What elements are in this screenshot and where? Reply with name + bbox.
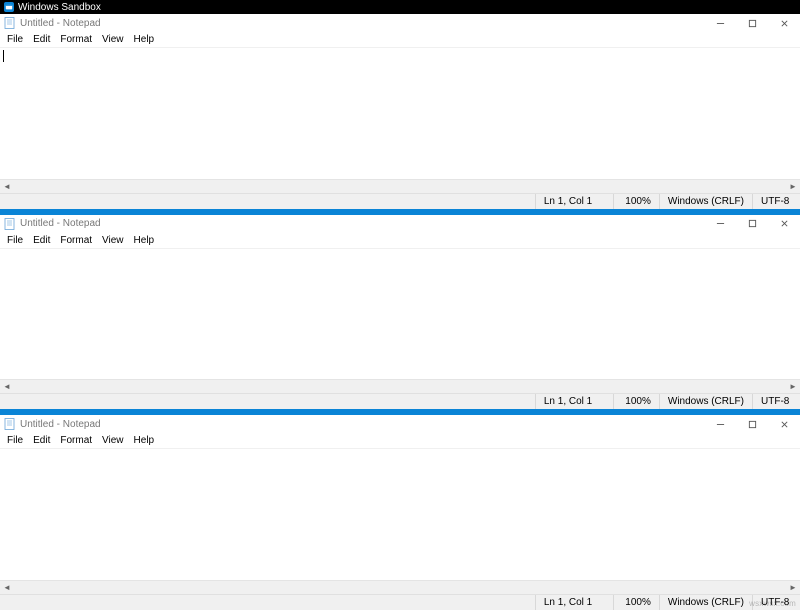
notepad-icon — [4, 418, 16, 430]
minimize-button[interactable] — [706, 415, 734, 433]
minimize-button[interactable] — [706, 215, 734, 233]
notepad-statusbar: Ln 1, Col 1 100% Windows (CRLF) UTF-8 — [0, 393, 800, 409]
sandbox-client-area: Untitled - Notepad File Edit Format View… — [0, 14, 800, 610]
notepad-title: Untitled - Notepad — [20, 218, 101, 229]
scroll-right-icon[interactable]: ► — [786, 179, 800, 193]
notepad-statusbar: Ln 1, Col 1 100% Windows (CRLF) UTF-8 — [0, 594, 800, 610]
notepad-menubar: File Edit Format View Help — [0, 433, 800, 449]
menu-view[interactable]: View — [97, 235, 129, 246]
notepad-title: Untitled - Notepad — [20, 419, 101, 430]
horizontal-scrollbar[interactable]: ◄ ► — [0, 179, 800, 193]
scroll-track[interactable] — [14, 581, 786, 595]
close-button[interactable] — [770, 415, 798, 433]
close-button[interactable] — [770, 14, 798, 32]
horizontal-scrollbar[interactable]: ◄ ► — [0, 580, 800, 594]
menu-edit[interactable]: Edit — [28, 235, 55, 246]
notepad-statusbar: Ln 1, Col 1 100% Windows (CRLF) UTF-8 — [0, 193, 800, 209]
notepad-title: Untitled - Notepad — [20, 18, 101, 29]
status-lncol: Ln 1, Col 1 — [535, 595, 613, 610]
menu-file[interactable]: File — [2, 235, 28, 246]
notepad-menubar: File Edit Format View Help — [0, 233, 800, 249]
notepad-text-area[interactable] — [0, 449, 800, 580]
menu-file[interactable]: File — [2, 34, 28, 45]
notepad-menubar: File Edit Format View Help — [0, 32, 800, 48]
notepad-text-area[interactable] — [0, 48, 800, 179]
menu-help[interactable]: Help — [129, 235, 160, 246]
sandbox-title: Windows Sandbox — [18, 2, 101, 13]
sandbox-icon — [4, 2, 14, 12]
minimize-button[interactable] — [706, 14, 734, 32]
horizontal-scrollbar[interactable]: ◄ ► — [0, 379, 800, 393]
scroll-left-icon[interactable]: ◄ — [0, 380, 14, 394]
scroll-left-icon[interactable]: ◄ — [0, 179, 14, 193]
scroll-right-icon[interactable]: ► — [786, 581, 800, 595]
status-encoding: UTF-8 — [752, 394, 800, 409]
notepad-icon — [4, 17, 16, 29]
menu-file[interactable]: File — [2, 435, 28, 446]
scroll-track[interactable] — [14, 380, 786, 394]
menu-format[interactable]: Format — [55, 235, 97, 246]
status-encoding: UTF-8 — [752, 595, 800, 610]
notepad-icon — [4, 218, 16, 230]
menu-help[interactable]: Help — [129, 34, 160, 45]
menu-format[interactable]: Format — [55, 34, 97, 45]
status-zoom: 100% — [613, 194, 659, 209]
maximize-button[interactable] — [738, 215, 766, 233]
menu-view[interactable]: View — [97, 34, 129, 45]
status-eol: Windows (CRLF) — [659, 194, 752, 209]
status-eol: Windows (CRLF) — [659, 595, 752, 610]
status-lncol: Ln 1, Col 1 — [535, 394, 613, 409]
notepad-titlebar[interactable]: Untitled - Notepad — [0, 215, 800, 233]
status-zoom: 100% — [613, 595, 659, 610]
menu-view[interactable]: View — [97, 435, 129, 446]
scroll-left-icon[interactable]: ◄ — [0, 581, 14, 595]
sandbox-titlebar[interactable]: Windows Sandbox — [0, 0, 800, 14]
maximize-button[interactable] — [738, 14, 766, 32]
status-zoom: 100% — [613, 394, 659, 409]
status-eol: Windows (CRLF) — [659, 394, 752, 409]
close-button[interactable] — [770, 215, 798, 233]
menu-help[interactable]: Help — [129, 435, 160, 446]
maximize-button[interactable] — [738, 415, 766, 433]
notepad-window: Untitled - Notepad File Edit Format View… — [0, 14, 800, 209]
notepad-titlebar[interactable]: Untitled - Notepad — [0, 14, 800, 32]
menu-edit[interactable]: Edit — [28, 435, 55, 446]
notepad-window: Untitled - Notepad File Edit Format View… — [0, 415, 800, 610]
notepad-window: Untitled - Notepad File Edit Format View… — [0, 215, 800, 410]
menu-edit[interactable]: Edit — [28, 34, 55, 45]
scroll-track[interactable] — [14, 179, 786, 193]
notepad-titlebar[interactable]: Untitled - Notepad — [0, 415, 800, 433]
menu-format[interactable]: Format — [55, 435, 97, 446]
text-caret — [3, 50, 4, 62]
scroll-right-icon[interactable]: ► — [786, 380, 800, 394]
status-encoding: UTF-8 — [752, 194, 800, 209]
status-lncol: Ln 1, Col 1 — [535, 194, 613, 209]
notepad-text-area[interactable] — [0, 249, 800, 380]
